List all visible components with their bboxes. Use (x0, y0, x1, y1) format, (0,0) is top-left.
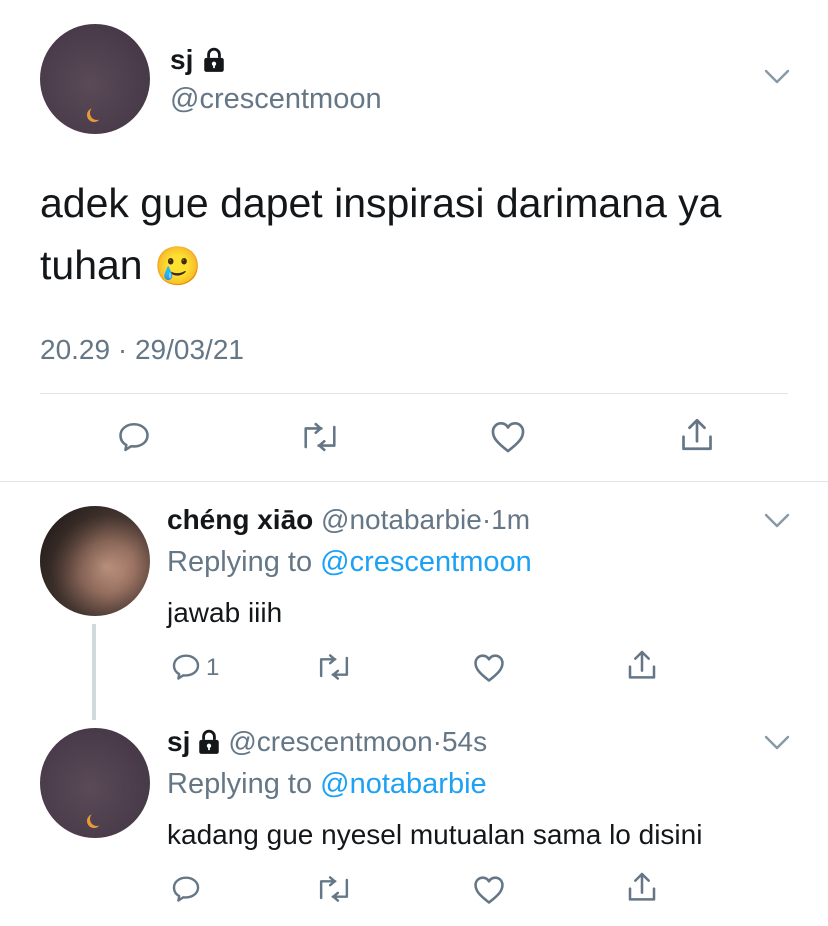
avatar[interactable] (40, 24, 150, 134)
like-icon[interactable] (472, 873, 506, 905)
tweet-text: adek gue dapet inspirasi darimana ya tuh… (40, 172, 800, 298)
reply-icon[interactable] (116, 419, 152, 455)
replying-to-link[interactable]: @notabarbie (320, 768, 487, 800)
handle[interactable]: @crescentmoon (228, 726, 432, 757)
tweet-text: kadang gue nyesel mutualan sama lo disin… (167, 819, 703, 850)
age: 1m (491, 504, 531, 535)
tweet-text-line-2: tuhan (40, 242, 143, 288)
lock-icon (201, 47, 227, 73)
date: 29/03/21 (134, 334, 244, 365)
thread-line (92, 624, 96, 720)
separator-dot: · (117, 334, 128, 365)
separator-dot: · (432, 726, 442, 757)
handle[interactable]: @notabarbie (321, 504, 482, 535)
reply-count: 1 (206, 654, 220, 681)
replying-to-link[interactable]: @crescentmoon (320, 546, 532, 578)
replying-to-label: Replying to (167, 768, 313, 800)
share-icon[interactable] (626, 649, 658, 683)
chevron-down-icon[interactable] (764, 68, 790, 91)
retweet-icon[interactable] (300, 421, 340, 453)
share-icon[interactable] (626, 871, 658, 905)
retweet-icon[interactable] (316, 652, 352, 682)
display-name[interactable]: sj (170, 44, 193, 76)
moon-icon (90, 812, 104, 826)
reply-icon[interactable] (170, 651, 202, 683)
lock-icon (196, 729, 222, 755)
display-name[interactable]: chéng xiāo (167, 504, 313, 535)
chevron-down-icon[interactable] (764, 512, 790, 535)
tweet-text: jawab iiih (167, 597, 283, 628)
like-icon[interactable] (472, 651, 506, 683)
divider (40, 393, 788, 394)
like-icon[interactable] (489, 418, 527, 454)
reply-icon[interactable] (170, 873, 202, 905)
moon-icon (90, 106, 104, 120)
age: 54s (441, 726, 488, 757)
time: 20.29 (40, 334, 111, 365)
section-divider (0, 481, 828, 482)
share-icon[interactable] (679, 417, 715, 455)
timestamp[interactable]: 20.29 · 29/03/21 (40, 334, 244, 366)
display-name[interactable]: sj (167, 726, 190, 758)
avatar[interactable] (40, 506, 150, 616)
tweet-text-line-1: adek gue dapet inspirasi darimana ya (40, 180, 722, 226)
chevron-down-icon[interactable] (764, 734, 790, 757)
avatar[interactable] (40, 728, 150, 838)
replying-to-label: Replying to (167, 546, 313, 578)
handle[interactable]: @crescentmoon (170, 83, 382, 116)
crying-face-emoji: 🥲 (154, 246, 202, 288)
retweet-icon[interactable] (316, 874, 352, 904)
separator-dot: · (481, 504, 492, 535)
